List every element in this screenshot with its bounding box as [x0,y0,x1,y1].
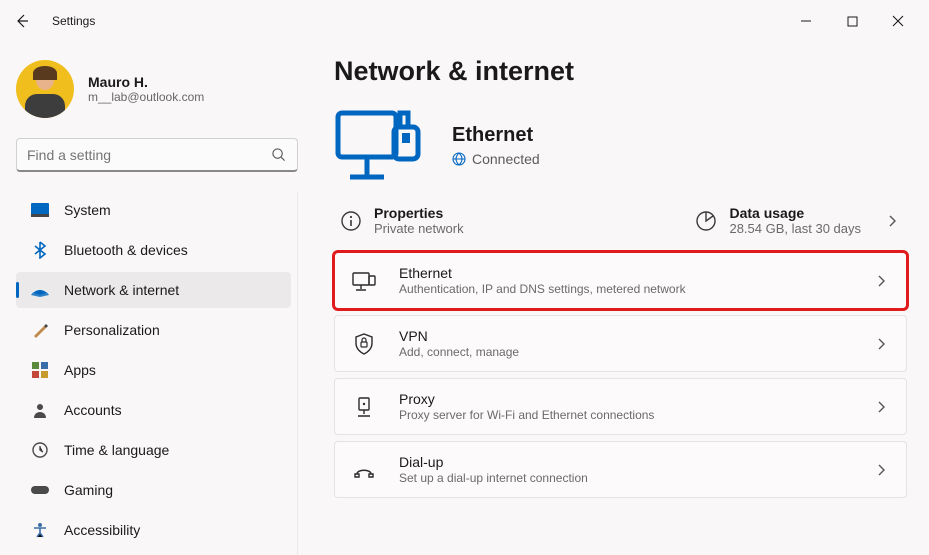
card-title: VPN [399,328,868,344]
apps-icon [30,360,50,380]
card-title: Dial-up [399,454,868,470]
sidebar-item-apps[interactable]: Apps [16,352,291,388]
avatar [16,60,74,118]
info-icon [340,210,362,232]
time-icon [30,440,50,460]
card-chevron [868,400,894,414]
pie-icon [695,210,717,232]
card-sub: Authentication, IP and DNS settings, met… [399,282,868,296]
card-sub: Proxy server for Wi-Fi and Ethernet conn… [399,408,868,422]
sidebar-item-label: Personalization [64,322,160,338]
user-name: Mauro H. [88,74,204,90]
proxy-icon [351,394,377,420]
bluetooth-icon [30,240,50,260]
hero-title: Ethernet [452,124,540,147]
card-dialup[interactable]: Dial-up Set up a dial-up internet connec… [334,441,907,498]
sidebar-item-personalization[interactable]: Personalization [16,312,291,348]
network-hero: Ethernet Connected [334,103,907,187]
dialup-icon [351,457,377,483]
sidebar: Mauro H. m__lab@outlook.com System Bluet… [0,42,310,555]
sidebar-item-label: Accessibility [64,522,140,538]
chevron-right-icon [876,337,886,351]
accessibility-icon [30,520,50,540]
ethernet-large-icon [334,103,424,187]
summary-properties[interactable]: Properties Private network [340,205,677,236]
maximize-button[interactable] [829,5,875,37]
user-profile[interactable]: Mauro H. m__lab@outlook.com [16,60,298,118]
hero-status: Connected [452,151,540,167]
sidebar-item-accessibility[interactable]: Accessibility [16,512,291,548]
sidebar-item-system[interactable]: System [16,192,291,228]
chevron-right-icon [876,463,886,477]
gaming-icon [30,480,50,500]
minimize-button[interactable] [783,5,829,37]
page-title: Network & internet [334,56,907,87]
arrow-left-icon [14,13,30,29]
card-chevron [868,463,894,477]
card-chevron [868,337,894,351]
chevron-right-icon [887,214,897,228]
card-title: Proxy [399,391,868,407]
sidebar-item-label: Time & language [64,442,169,458]
personalization-icon [30,320,50,340]
sidebar-item-label: Accounts [64,402,122,418]
sidebar-item-label: Network & internet [64,282,179,298]
summary-title: Properties [374,205,464,221]
hero-status-label: Connected [472,151,540,167]
card-vpn[interactable]: VPN Add, connect, manage [334,315,907,372]
system-icon [30,200,50,220]
card-sub: Set up a dial-up internet connection [399,471,868,485]
window-title: Settings [52,14,95,28]
summary-row: Properties Private network Data usage 28… [334,199,907,252]
sidebar-item-gaming[interactable]: Gaming [16,472,291,508]
summary-sub: Private network [374,221,464,236]
vpn-icon [351,331,377,357]
card-proxy[interactable]: Proxy Proxy server for Wi-Fi and Etherne… [334,378,907,435]
summary-title: Data usage [729,205,861,221]
sidebar-item-label: Bluetooth & devices [64,242,188,258]
user-email: m__lab@outlook.com [88,90,204,104]
maximize-icon [847,16,858,27]
minimize-icon [800,15,812,27]
main-content: Network & internet Ethernet Connected [310,42,929,555]
search-icon [271,147,286,162]
close-icon [892,15,904,27]
sidebar-item-accounts[interactable]: Accounts [16,392,291,428]
card-title: Ethernet [399,265,868,281]
search-container [16,138,298,172]
chevron-right-icon [876,274,886,288]
search-input[interactable] [16,138,298,172]
summary-data-usage[interactable]: Data usage 28.54 GB, last 30 days [695,205,861,236]
accounts-icon [30,400,50,420]
summary-sub: 28.54 GB, last 30 days [729,221,861,236]
chevron-right-icon [876,400,886,414]
sidebar-item-label: System [64,202,111,218]
nav: System Bluetooth & devices Network & int… [16,192,298,555]
ethernet-icon [351,268,377,294]
sidebar-item-label: Apps [64,362,96,378]
sidebar-item-time[interactable]: Time & language [16,432,291,468]
network-icon [30,280,50,300]
card-chevron [868,274,894,288]
sidebar-item-label: Gaming [64,482,113,498]
card-sub: Add, connect, manage [399,345,868,359]
sidebar-item-bluetooth[interactable]: Bluetooth & devices [16,232,291,268]
close-button[interactable] [875,5,921,37]
back-button[interactable] [8,7,36,35]
titlebar: Settings [0,0,929,42]
globe-icon [452,152,466,166]
summary-chevron [879,214,905,228]
sidebar-item-network[interactable]: Network & internet [16,272,291,308]
card-ethernet[interactable]: Ethernet Authentication, IP and DNS sett… [334,252,907,309]
